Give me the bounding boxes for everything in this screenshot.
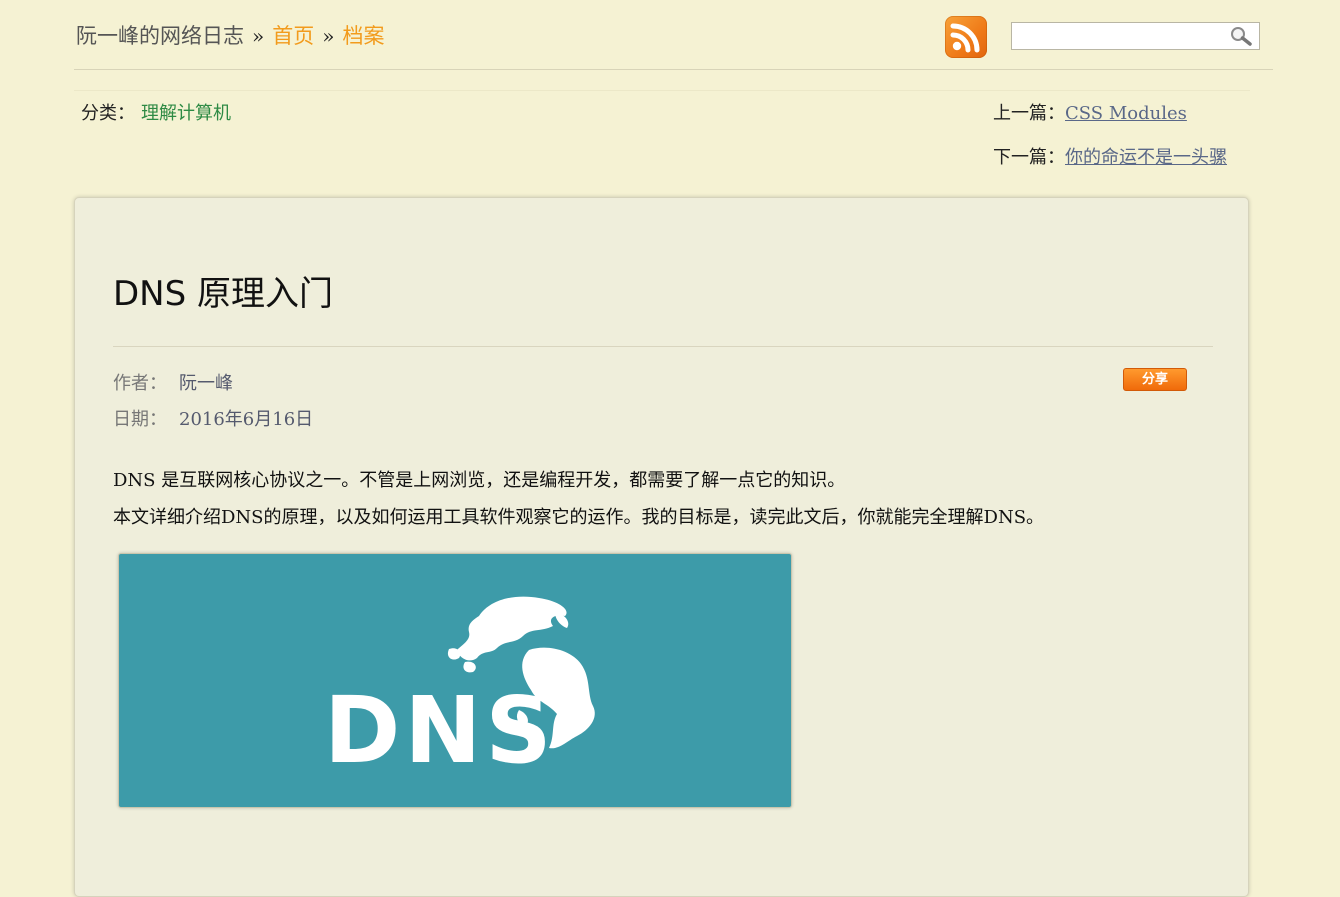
- author-line: 作者： 阮一峰: [113, 371, 233, 397]
- title-divider: [113, 346, 1213, 347]
- divider: [74, 90, 1250, 91]
- author-name: 阮一峰: [179, 373, 233, 394]
- site-name: 阮一峰的网络日志: [76, 24, 244, 48]
- date-line: 日期： 2016年6月16日: [113, 407, 313, 433]
- publish-date: 2016年6月16日: [179, 409, 314, 430]
- magnifier-icon[interactable]: [1229, 26, 1253, 46]
- prev-article-link[interactable]: CSS Modules: [1065, 103, 1187, 124]
- next-label: 下一篇：: [993, 147, 1065, 168]
- article-card: DNS 原理入门 作者： 阮一峰 日期： 2016年6月16日 分享 DNS 是互联…: [74, 197, 1249, 897]
- article-paragraph: DNS 是互联网核心协议之一。不管是上网浏览，还是编程开发，都需要了解一点它的知…: [113, 470, 846, 491]
- breadcrumb-separator: »: [322, 24, 335, 48]
- rss-feed-icon[interactable]: [945, 16, 987, 58]
- prev-article: 上一篇：CSS Modules: [993, 101, 1227, 145]
- prev-label: 上一篇：: [993, 103, 1065, 124]
- article-title: DNS 原理入门: [113, 274, 334, 314]
- category-label: 分类：: [81, 103, 135, 124]
- date-label: 日期：: [113, 409, 167, 430]
- article-category: 分类： 理解计算机: [81, 101, 231, 127]
- article-paragraph: 本文详细介绍DNS的原理，以及如何运用工具软件观察它的运作。我的目标是，读完此文…: [113, 507, 1045, 528]
- breadcrumb-separator: »: [252, 24, 265, 48]
- author-label: 作者：: [113, 373, 167, 394]
- share-button[interactable]: 分享: [1123, 368, 1187, 391]
- home-link[interactable]: 首页: [272, 24, 314, 48]
- next-article: 下一篇：你的命运不是一头骡: [993, 145, 1227, 189]
- dns-logo-text: DNS: [324, 677, 556, 784]
- dns-banner-image: DNS: [118, 553, 792, 808]
- site-header: 阮一峰的网络日志 » 首页 » 档案: [74, 0, 1273, 70]
- search-box: [1011, 22, 1260, 50]
- search-input[interactable]: [1016, 25, 1225, 49]
- next-article-link[interactable]: 你的命运不是一头骡: [1065, 147, 1227, 168]
- breadcrumb: 阮一峰的网络日志 » 首页 » 档案: [76, 21, 385, 51]
- category-link[interactable]: 理解计算机: [141, 103, 231, 124]
- article-pagination: 上一篇：CSS Modules 下一篇：你的命运不是一头骡: [993, 101, 1227, 189]
- archive-link[interactable]: 档案: [343, 24, 385, 48]
